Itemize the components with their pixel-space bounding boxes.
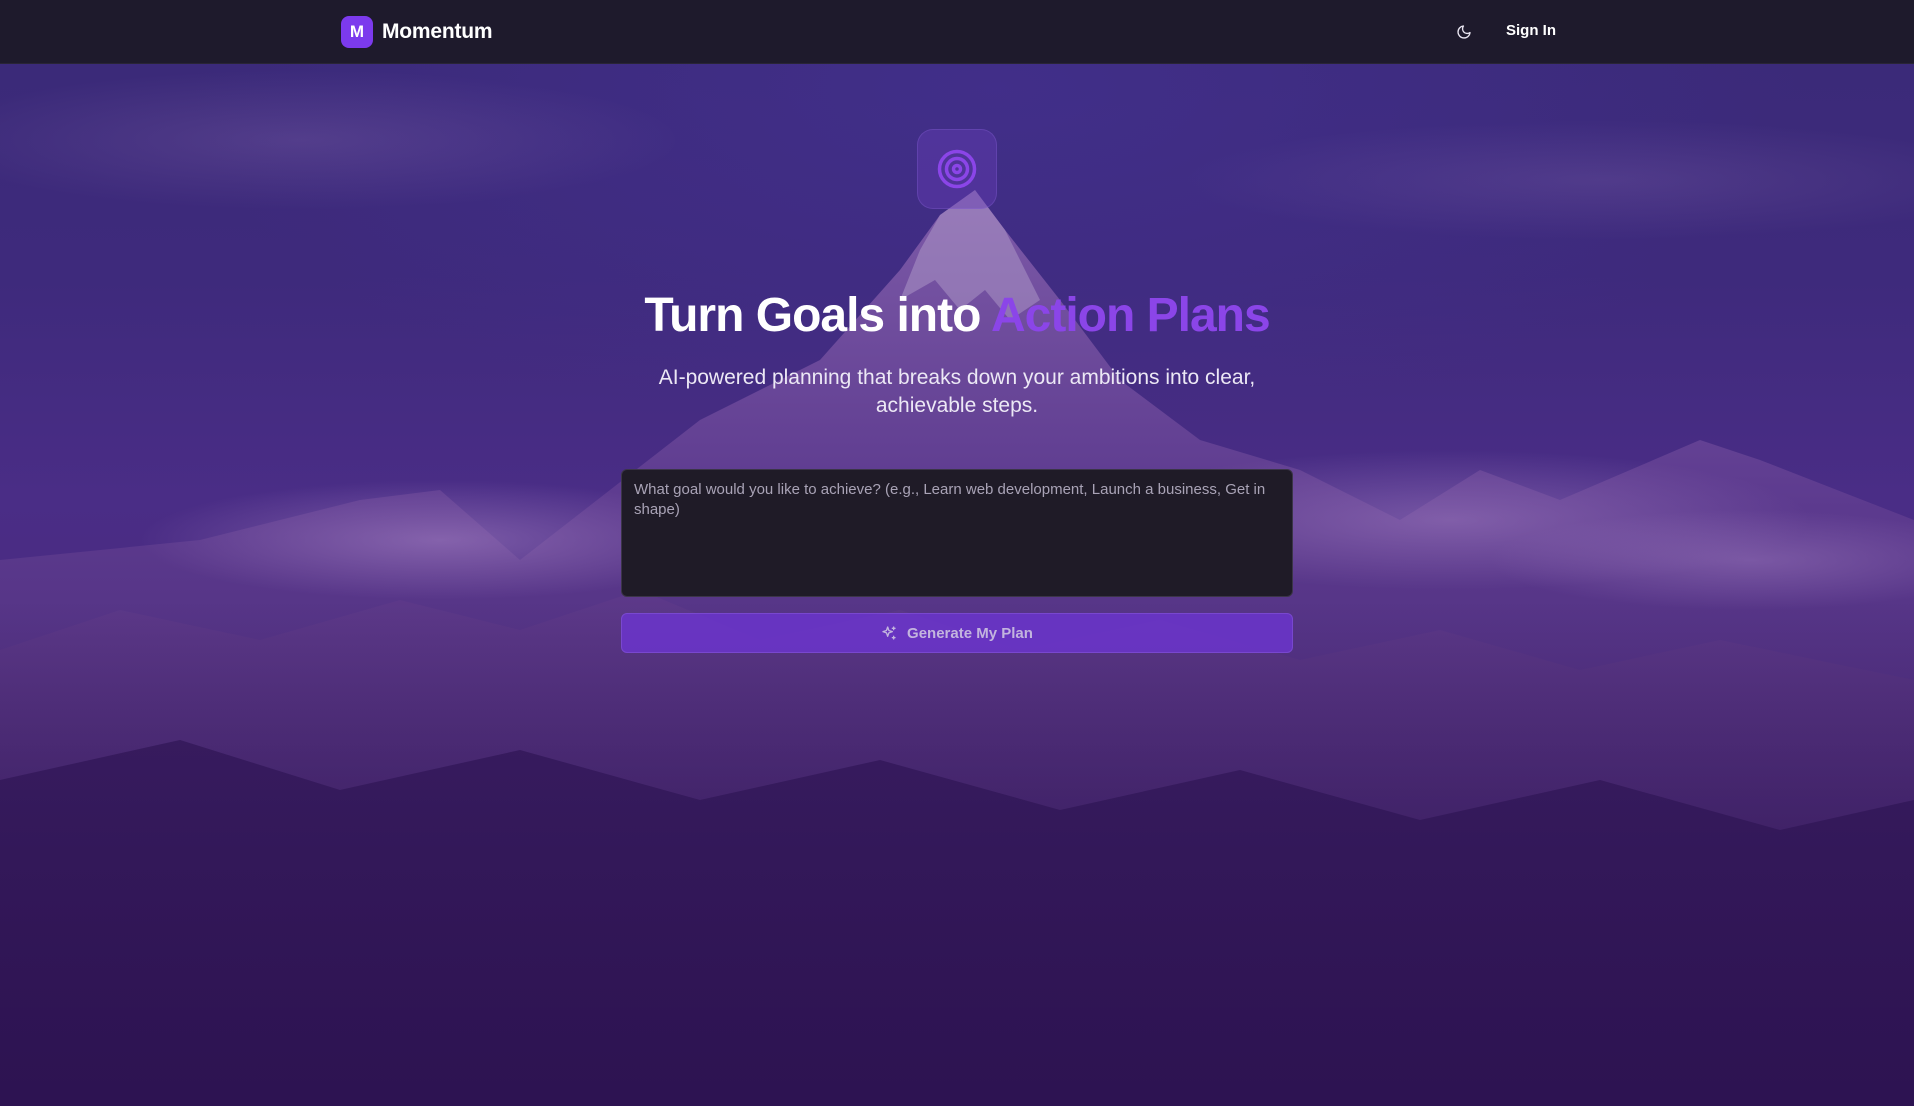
theme-toggle-button[interactable] [1450, 18, 1478, 46]
brand-logo[interactable]: M Momentum [341, 16, 493, 48]
title-accent: Action Plans [990, 289, 1271, 342]
sparkles-icon [882, 626, 896, 640]
sign-in-button[interactable]: Sign In [1500, 20, 1562, 41]
brand-name: Momentum [382, 20, 493, 43]
target-icon [937, 149, 977, 189]
moon-icon [1457, 25, 1471, 39]
goal-input[interactable] [621, 469, 1293, 597]
brand-badge: M [341, 16, 373, 48]
generate-plan-button[interactable]: Generate My Plan [621, 613, 1293, 653]
hero-icon-tile [917, 129, 997, 209]
top-navbar: M Momentum Sign In [0, 0, 1914, 64]
page-title: Turn Goals into Action Plans [0, 288, 1914, 343]
page-subtitle: AI-powered planning that breaks down you… [658, 366, 1256, 417]
title-main: Turn Goals into [644, 289, 991, 342]
generate-plan-label: Generate My Plan [907, 624, 1033, 642]
